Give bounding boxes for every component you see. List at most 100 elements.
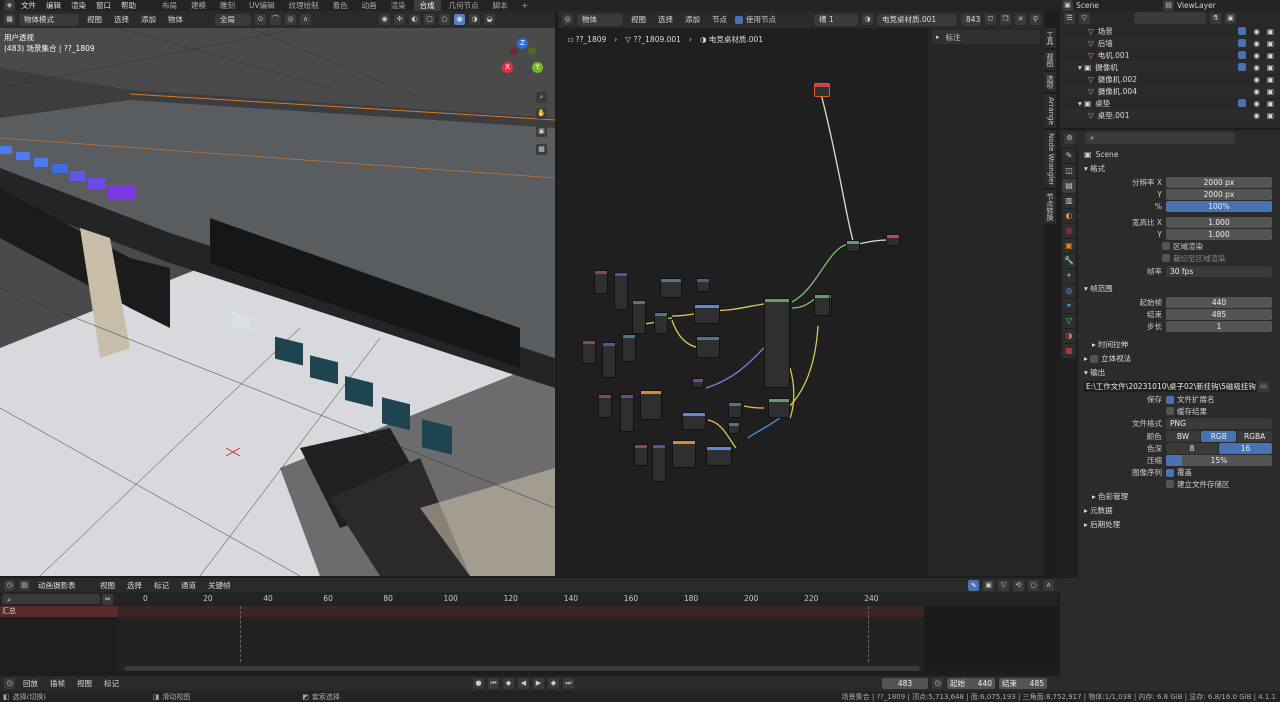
particles-tab-icon[interactable]: ✦ [1062, 269, 1076, 283]
start-frame-field[interactable]: 起始 440 [947, 678, 995, 689]
menu-edit[interactable]: 编辑 [42, 0, 65, 11]
crop-region-toggle[interactable]: 裁切至区域渲染 [1084, 252, 1272, 264]
node-mix-a[interactable] [632, 300, 646, 334]
eye-icon[interactable]: ◉ [1253, 63, 1260, 72]
use-nodes-toggle[interactable]: 使用节点 [735, 14, 776, 25]
constraints-tab-icon[interactable]: ⚭ [1062, 299, 1076, 313]
modifier-tab-icon[interactable]: 🔧 [1062, 254, 1076, 268]
scene-tab-icon[interactable]: ◐ [1062, 209, 1076, 223]
dopesheet-scrollbar[interactable] [124, 666, 920, 671]
ds-menu-channel[interactable]: 通道 [177, 580, 200, 591]
node-tex-e[interactable] [598, 394, 612, 418]
next-key-icon[interactable]: ◆ [548, 678, 559, 689]
stereo-checkbox[interactable] [1090, 355, 1099, 363]
dopesheet-type-icon[interactable]: ◷ [4, 579, 15, 591]
menu-window[interactable]: 窗口 [92, 0, 115, 11]
cache-result-toggle[interactable]: 缓存结果 [1084, 405, 1272, 417]
fake-user-shield-icon[interactable]: ⛉ [985, 14, 996, 25]
data-tab-icon[interactable]: ▽ [1062, 314, 1076, 328]
res-pct-field[interactable]: 100% [1166, 200, 1272, 212]
render-camera-icon[interactable]: ▣ [1267, 63, 1274, 72]
node-color-ramp[interactable] [660, 278, 682, 298]
props-type-icon[interactable]: ⚙ [1064, 132, 1075, 144]
physics-tab-icon[interactable]: ◎ [1062, 284, 1076, 298]
object-tab-icon[interactable]: ▣ [1062, 239, 1076, 253]
navigation-gizmo[interactable]: Z X Y [500, 38, 546, 84]
render-camera-icon[interactable]: ▣ [1267, 75, 1274, 84]
snap-icon[interactable]: ⌒ [270, 14, 281, 25]
eye-icon[interactable]: ◉ [1253, 51, 1260, 60]
timeline-type-icon[interactable]: ◷ [4, 678, 15, 689]
render-camera-icon[interactable]: ▣ [1267, 87, 1274, 96]
channel-search[interactable]: ⌕ [2, 594, 100, 604]
outliner-row[interactable]: ▽ 电机.001 ◉ ▣ [1060, 49, 1280, 61]
pan-hand-icon[interactable]: ✋ [536, 108, 547, 119]
falloff-icon[interactable]: ∧ [300, 14, 311, 25]
node-principled-b[interactable] [768, 398, 790, 418]
blender-logo-icon[interactable]: ◈ [4, 0, 15, 11]
region-checkbox[interactable] [1162, 242, 1170, 250]
gizmo-y[interactable]: Y [532, 62, 543, 73]
3d-viewport[interactable]: 用户透视 (483) 场景集合 | ??_1809 Z X Y ⌕ ✋ ▣ ▦ [0, 28, 555, 576]
mode-select[interactable]: 物体模式 [19, 13, 79, 26]
material-icon[interactable]: ◑ [862, 14, 873, 25]
end-frame-field[interactable]: 结束 485 [999, 678, 1047, 689]
tab-shading[interactable]: 着色 [327, 0, 354, 11]
viewport-menu-view[interactable]: 视图 [83, 14, 106, 25]
outliner-row[interactable]: ▾ ▣ 桌垫 ◉ ▣ [1060, 97, 1280, 109]
render-camera-icon[interactable]: ▣ [1267, 99, 1274, 108]
section-stereoscopy[interactable]: ▸ 立体视法 [1084, 352, 1272, 366]
section-color-management[interactable]: ▸ 色彩管理 [1084, 490, 1272, 504]
current-frame-field[interactable]: 483 [882, 678, 928, 689]
tool-tab-icon[interactable]: ✎ [1062, 149, 1076, 163]
ds-menu-select[interactable]: 选择 [123, 580, 146, 591]
outliner-type-icon[interactable]: ☰ [1064, 12, 1075, 24]
texture-tab-icon[interactable]: ▦ [1062, 344, 1076, 358]
node-color-ramp-b[interactable] [640, 390, 662, 420]
tab-modeling[interactable]: 建模 [185, 0, 212, 11]
overwrite-checkbox[interactable] [1166, 468, 1174, 477]
interpolation-icon[interactable]: ∧ [1043, 579, 1054, 591]
tab-scripting[interactable]: 脚本 [487, 0, 514, 11]
snapping-icon[interactable]: ⟲ [1013, 579, 1024, 591]
eye-icon[interactable]: ◉ [1253, 39, 1260, 48]
exclude-checkbox[interactable] [1238, 27, 1247, 35]
color-bw-button[interactable]: BW [1165, 430, 1201, 442]
tab-animation[interactable]: 动画 [356, 0, 383, 11]
playback-menu[interactable]: 回放 [19, 678, 42, 689]
timeline-marker-menu[interactable]: 标记 [100, 678, 123, 689]
outliner-row[interactable]: ▽ 摄像机.004 ◉ ▣ [1060, 85, 1280, 97]
render-tab-icon[interactable]: ◫ [1062, 164, 1076, 178]
res-x-field[interactable]: 2000 px [1166, 176, 1272, 188]
only-selected-icon[interactable]: ⬉ [968, 579, 979, 591]
folder-icon[interactable]: ▭ [1258, 381, 1269, 392]
menu-render[interactable]: 渲染 [67, 0, 90, 11]
proportional-icon[interactable]: ◎ [285, 14, 296, 25]
node-bump-c[interactable] [706, 446, 732, 466]
new-collection-icon[interactable]: ▣ [1225, 12, 1236, 24]
placeholders-toggle[interactable]: 建立文件存储区 [1084, 478, 1272, 490]
placeholders-checkbox[interactable] [1166, 480, 1174, 488]
viewport-menu-add[interactable]: 添加 [137, 14, 160, 25]
ortho-grid-icon[interactable]: ▦ [536, 144, 547, 155]
shader-type-select[interactable]: 物体 [577, 13, 623, 26]
ne-menu-node[interactable]: 节点 [708, 14, 731, 25]
node-color-ramp-c[interactable] [672, 440, 696, 468]
outliner-row[interactable]: ▽ 场景 ◉ ▣ [1060, 25, 1280, 37]
camera-view-icon[interactable]: ▣ [536, 126, 547, 137]
node-tex-d[interactable] [602, 342, 616, 378]
depth-16-button[interactable]: 16 [1219, 442, 1272, 454]
eye-icon[interactable]: ◉ [1253, 87, 1260, 96]
xray-icon[interactable]: ▢ [424, 14, 435, 25]
material-users-count[interactable]: 843 [961, 13, 981, 26]
exclude-checkbox[interactable] [1238, 39, 1247, 47]
annotation-panel-header[interactable]: ▸ 标注 [932, 30, 1040, 44]
file-extension-toggle[interactable]: 文件扩展名 [1166, 394, 1215, 405]
viewport-menu-object[interactable]: 物体 [164, 14, 187, 25]
node-bump-b[interactable] [682, 412, 706, 430]
unlink-icon[interactable]: ✕ [1015, 14, 1026, 25]
shading-material-icon[interactable]: ◑ [469, 14, 480, 25]
crumb-material[interactable]: ◑ 电竞桌材质.001 [700, 34, 763, 45]
gizmo-x-neg[interactable] [510, 47, 518, 55]
ne-menu-select[interactable]: 选择 [654, 14, 677, 25]
